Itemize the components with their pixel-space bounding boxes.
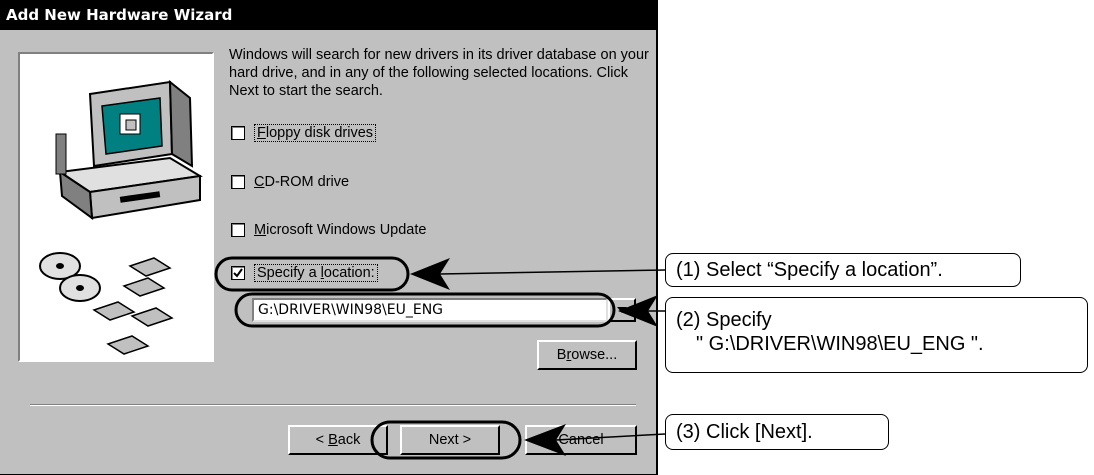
cd-rom-drive-label: CD-ROM drive (254, 174, 350, 190)
wizard-illustration (18, 52, 214, 362)
callout-step2-line1: (2) Specify (676, 309, 772, 331)
cancel-button[interactable]: Cancel (525, 425, 637, 455)
checkmark-icon (233, 268, 243, 278)
add-new-hardware-wizard-window: Add New Hardware Wizard Windows will sea… (0, 0, 658, 475)
checkbox-box[interactable] (231, 175, 245, 189)
location-input[interactable]: G:\DRIVER\WIN98\EU_ENG (252, 298, 608, 322)
back-button[interactable]: < Back (288, 425, 388, 455)
checkbox-box[interactable] (231, 223, 245, 237)
floppy-disk-drives-label: Floppy disk drives (254, 124, 377, 142)
window-title: Add New Hardware Wizard (0, 0, 656, 30)
intro-text: Windows will search for new drivers in i… (229, 47, 649, 99)
computer-and-discs-icon (39, 79, 203, 355)
callout-step2-line2: " G:\DRIVER\WIN98\EU_ENG ". (696, 333, 984, 355)
location-dropdown-button[interactable] (608, 298, 636, 322)
checkbox-box[interactable] (231, 126, 245, 140)
cd-rom-drive-checkbox[interactable]: CD-ROM drive (231, 174, 349, 190)
specify-location-checkbox[interactable]: Specify a location: (231, 264, 378, 282)
callout-step2: (2) Specify " G:\DRIVER\WIN98\EU_ENG ". (665, 297, 1088, 373)
specify-location-label: Specify a location: (254, 264, 378, 282)
checkbox-box[interactable] (231, 266, 245, 280)
microsoft-windows-update-checkbox[interactable]: Microsoft Windows Update (231, 222, 426, 238)
chevron-down-icon (617, 307, 627, 313)
callout-step1-text: (1) Select “Specify a location”. (676, 259, 943, 281)
callout-step3-text: (3) Click [Next]. (676, 421, 813, 443)
floppy-disk-drives-checkbox[interactable]: Floppy disk drives (231, 124, 377, 142)
separator (30, 404, 636, 406)
callout-step3: (3) Click [Next]. (665, 414, 889, 450)
browse-button[interactable]: Browse... (537, 340, 637, 370)
microsoft-windows-update-label: Microsoft Windows Update (254, 222, 427, 238)
next-button[interactable]: Next > (400, 425, 500, 455)
callout-step1: (1) Select “Specify a location”. (665, 253, 1021, 287)
